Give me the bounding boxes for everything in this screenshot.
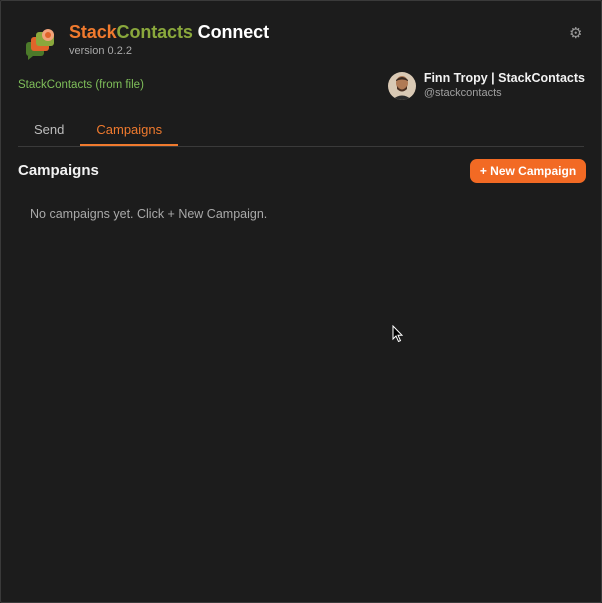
app-title-part-stack: Stack [69, 22, 117, 42]
tab-send[interactable]: Send [18, 115, 80, 146]
tab-campaigns[interactable]: Campaigns [80, 115, 179, 146]
stackcontacts-logo-icon [26, 29, 54, 60]
user-text: Finn Tropy | StackContacts @stackcontact… [424, 71, 585, 100]
user-name: Finn Tropy | StackContacts [423, 71, 585, 85]
gear-icon[interactable]: ⚙ [569, 26, 583, 41]
app-title-part-connect: Connect [192, 22, 269, 42]
brand-block: StackContacts Connect version 0.2.2 [69, 21, 269, 57]
app-title-part-contacts: Contacts [116, 22, 193, 42]
user-profile: Finn Tropy | StackContacts @stackcontact… [387, 71, 585, 100]
user-handle: @stackcontacts [423, 87, 502, 99]
empty-state-message: No campaigns yet. Click + New Campaign. [30, 207, 268, 221]
app-window: StackContacts Connect version 0.2.2 ⚙ St… [0, 0, 602, 603]
avatar [387, 71, 416, 100]
tab-bar: Send Campaigns [18, 115, 584, 147]
app-version: version 0.2.2 [69, 45, 132, 57]
new-campaign-button[interactable]: + New Campaign [470, 159, 586, 183]
app-title: StackContacts Connect [69, 21, 269, 43]
mouse-pointer-icon [392, 325, 404, 343]
section-title: Campaigns [18, 162, 99, 179]
app-header: StackContacts Connect version 0.2.2 [24, 21, 269, 62]
source-label: StackContacts (from file) [18, 79, 144, 91]
